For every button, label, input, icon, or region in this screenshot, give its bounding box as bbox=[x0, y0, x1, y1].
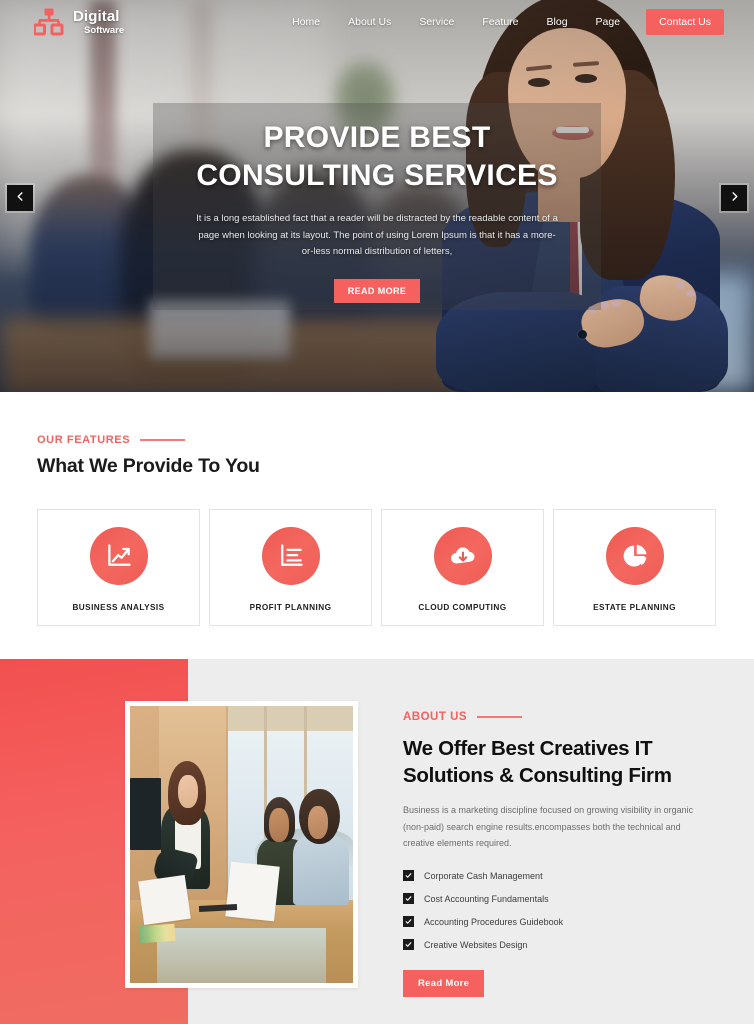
feature-card-title: CLOUD COMPUTING bbox=[418, 603, 507, 612]
sitemap-icon bbox=[33, 8, 64, 36]
nav-item-service[interactable]: Service bbox=[405, 16, 468, 28]
nav-item-page[interactable]: Page bbox=[582, 16, 635, 28]
landing-page: PROVIDE BEST CONSULTING SERVICES It is a… bbox=[0, 0, 754, 1024]
about-heading: We Offer Best Creatives IT Solutions & C… bbox=[403, 735, 723, 789]
feature-card-profit-planning[interactable]: PROFIT PLANNING bbox=[209, 509, 372, 626]
about-section: ABOUT US We Offer Best Creatives IT Solu… bbox=[0, 659, 754, 1024]
primary-navigation: Home About Us Service Feature Blog Page … bbox=[278, 9, 724, 35]
contact-us-button[interactable]: Contact Us bbox=[646, 9, 724, 35]
site-header: Digital Software Home About Us Service F… bbox=[0, 0, 754, 44]
checklist-item[interactable]: Cost Accounting Fundamentals bbox=[403, 893, 723, 905]
checkbox-checked-icon[interactable] bbox=[403, 939, 414, 951]
about-eyebrow-text: ABOUT US bbox=[403, 711, 468, 723]
chevron-right-icon bbox=[729, 189, 740, 207]
hero-title: PROVIDE BEST CONSULTING SERVICES bbox=[153, 119, 601, 195]
about-checklist: Corporate Cash Management Cost Accountin… bbox=[403, 870, 723, 951]
checklist-item[interactable]: Corporate Cash Management bbox=[403, 870, 723, 882]
line-chart-icon bbox=[89, 527, 148, 585]
hero-slider: PROVIDE BEST CONSULTING SERVICES It is a… bbox=[0, 0, 754, 392]
features-eyebrow-rule bbox=[140, 439, 186, 441]
bar-chart-icon bbox=[261, 527, 320, 585]
carousel-prev-button[interactable] bbox=[7, 185, 33, 211]
features-section: OUR FEATURES What We Provide To You BUSI… bbox=[0, 392, 754, 659]
about-content: ABOUT US We Offer Best Creatives IT Solu… bbox=[403, 711, 723, 998]
checklist-item-label: Accounting Procedures Guidebook bbox=[424, 916, 564, 927]
cloud-download-icon bbox=[433, 527, 492, 585]
about-read-more-button[interactable]: Read More bbox=[403, 970, 485, 998]
checklist-item-label: Corporate Cash Management bbox=[424, 870, 543, 881]
hero-description: It is a long established fact that a rea… bbox=[196, 212, 558, 258]
checkbox-checked-icon[interactable] bbox=[403, 916, 414, 928]
hero-read-more-button[interactable]: READ MORE bbox=[333, 279, 421, 304]
checkbox-checked-icon[interactable] bbox=[403, 870, 414, 882]
checklist-item[interactable]: Accounting Procedures Guidebook bbox=[403, 916, 723, 928]
logo-secondary-text: Software bbox=[84, 24, 125, 36]
feature-card-title: ESTATE PLANNING bbox=[593, 603, 676, 612]
checkbox-checked-icon[interactable] bbox=[403, 893, 414, 905]
feature-card-list: BUSINESS ANALYSIS PROFIT PLANNING CLOUD … bbox=[37, 509, 718, 626]
site-logo[interactable]: Digital Software bbox=[33, 7, 125, 36]
features-heading: What We Provide To You bbox=[37, 455, 260, 477]
hero-title-line2: CONSULTING SERVICES bbox=[196, 158, 558, 192]
about-description: Business is a marketing discipline focus… bbox=[403, 805, 694, 849]
about-eyebrow: ABOUT US bbox=[403, 711, 723, 723]
feature-card-business-analysis[interactable]: BUSINESS ANALYSIS bbox=[37, 509, 200, 626]
hero-content: PROVIDE BEST CONSULTING SERVICES It is a… bbox=[153, 103, 601, 304]
carousel-next-button[interactable] bbox=[721, 185, 747, 211]
nav-item-feature[interactable]: Feature bbox=[468, 16, 532, 28]
logo-primary-text: Digital bbox=[73, 7, 120, 25]
about-heading-line1: We Offer Best Creatives IT bbox=[403, 737, 653, 760]
nav-item-home[interactable]: Home bbox=[278, 16, 334, 28]
about-heading-line2: Solutions & Consulting Firm bbox=[403, 764, 672, 788]
nav-item-blog[interactable]: Blog bbox=[533, 16, 582, 28]
feature-card-title: PROFIT PLANNING bbox=[249, 603, 332, 612]
checklist-item-label: Creative Websites Design bbox=[424, 939, 528, 950]
team-meeting-photo bbox=[130, 706, 353, 983]
feature-card-estate-planning[interactable]: ESTATE PLANNING bbox=[553, 509, 716, 626]
hero-title-line1: PROVIDE BEST bbox=[263, 121, 491, 154]
feature-card-cloud-computing[interactable]: CLOUD COMPUTING bbox=[381, 509, 544, 626]
about-eyebrow-rule bbox=[477, 716, 523, 718]
chevron-left-icon bbox=[15, 189, 26, 207]
checklist-item-label: Cost Accounting Fundamentals bbox=[424, 893, 549, 904]
feature-card-title: BUSINESS ANALYSIS bbox=[72, 603, 165, 612]
features-eyebrow: OUR FEATURES bbox=[37, 434, 186, 446]
about-image-frame bbox=[125, 701, 358, 988]
pie-chart-icon bbox=[605, 527, 664, 585]
checklist-item[interactable]: Creative Websites Design bbox=[403, 939, 723, 951]
nav-item-about-us[interactable]: About Us bbox=[334, 16, 405, 28]
features-eyebrow-text: OUR FEATURES bbox=[37, 434, 131, 446]
